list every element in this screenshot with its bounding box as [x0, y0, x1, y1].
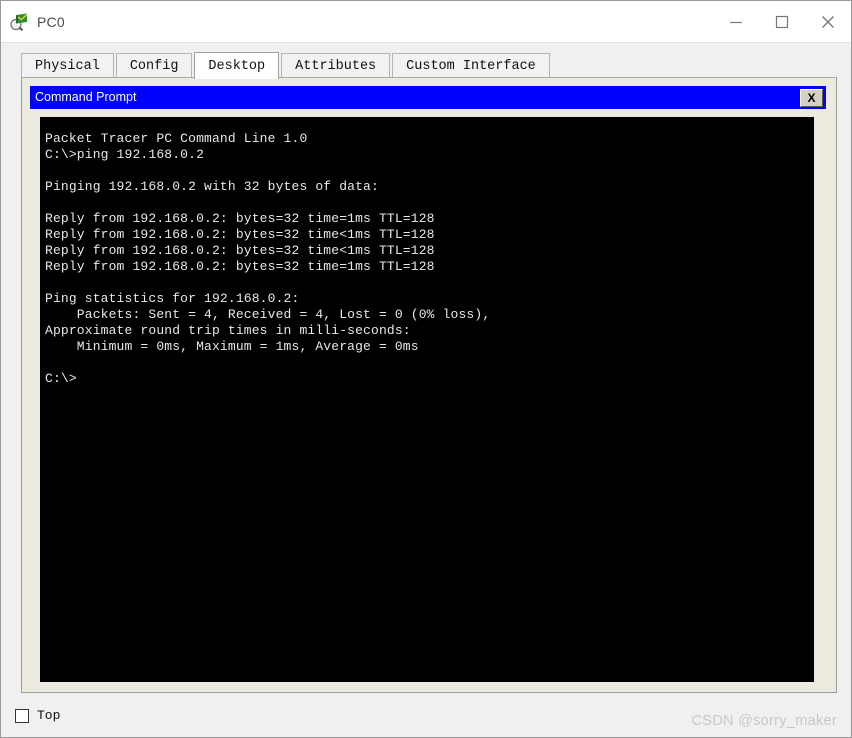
command-prompt-titlebar: Command Prompt X: [30, 86, 826, 109]
terminal-line: Packets: Sent = 4, Received = 4, Lost = …: [45, 307, 491, 322]
tab-custom-interface[interactable]: Custom Interface: [392, 53, 550, 78]
terminal-line: Reply from 192.168.0.2: bytes=32 time<1m…: [45, 243, 435, 258]
top-checkbox[interactable]: [15, 708, 29, 723]
tab-attributes[interactable]: Attributes: [281, 53, 391, 78]
window-title: PC0: [37, 13, 65, 30]
minimize-icon[interactable]: [713, 1, 759, 42]
tab-custom-interface-label: Custom Interface: [406, 58, 536, 74]
command-prompt-title: Command Prompt: [35, 90, 137, 105]
terminal-line: C:\>: [45, 371, 77, 386]
top-checkbox-group[interactable]: Top: [15, 708, 60, 723]
terminal-line: Packet Tracer PC Command Line 1.0: [45, 131, 308, 146]
terminal-line: Pinging 192.168.0.2 with 32 bytes of dat…: [45, 179, 379, 194]
terminal-line: C:\>ping 192.168.0.2: [45, 147, 205, 162]
tab-desktop[interactable]: Desktop: [194, 52, 280, 79]
device-tabs: Physical Config Desktop Attributes Custo…: [1, 50, 851, 79]
terminal-output[interactable]: Packet Tracer PC Command Line 1.0 C:\>pin…: [40, 117, 814, 682]
pc-device-window: PC0 Physical Config Desktop Attributes C…: [0, 0, 852, 738]
terminal-line: Ping statistics for 192.168.0.2:: [45, 291, 300, 306]
tab-attributes-label: Attributes: [295, 58, 377, 74]
packet-tracer-device-icon: [10, 12, 30, 32]
terminal-line: Reply from 192.168.0.2: bytes=32 time<1m…: [45, 227, 435, 242]
command-prompt-window: Command Prompt X Packet Tracer PC Comman…: [30, 86, 826, 682]
terminal-line: Minimum = 0ms, Maximum = 1ms, Average = …: [45, 339, 419, 354]
window-titlebar: PC0: [1, 1, 851, 43]
window-controls: [713, 1, 851, 42]
watermark: CSDN @sorry_maker: [691, 713, 837, 729]
window-footer: Top CSDN @sorry_maker: [1, 693, 851, 737]
titlebar-left-group: PC0: [1, 12, 713, 32]
command-prompt-close-button[interactable]: X: [800, 88, 823, 107]
tab-config-label: Config: [129, 58, 179, 74]
maximize-icon[interactable]: [759, 1, 805, 42]
tab-desktop-label: Desktop: [208, 58, 266, 74]
tab-physical[interactable]: Physical: [21, 53, 114, 78]
tab-config[interactable]: Config: [115, 53, 193, 78]
tab-physical-label: Physical: [35, 58, 100, 74]
top-checkbox-label: Top: [37, 708, 61, 723]
command-prompt-body-wrap: Packet Tracer PC Command Line 1.0 C:\>pin…: [30, 109, 826, 682]
terminal-line: Reply from 192.168.0.2: bytes=32 time=1m…: [45, 211, 435, 226]
close-icon[interactable]: [805, 1, 851, 42]
terminal-line: Reply from 192.168.0.2: bytes=32 time=1m…: [45, 259, 435, 274]
terminal-line: Approximate round trip times in milli-se…: [45, 323, 411, 338]
desktop-tab-panel: Command Prompt X Packet Tracer PC Comman…: [21, 77, 837, 693]
